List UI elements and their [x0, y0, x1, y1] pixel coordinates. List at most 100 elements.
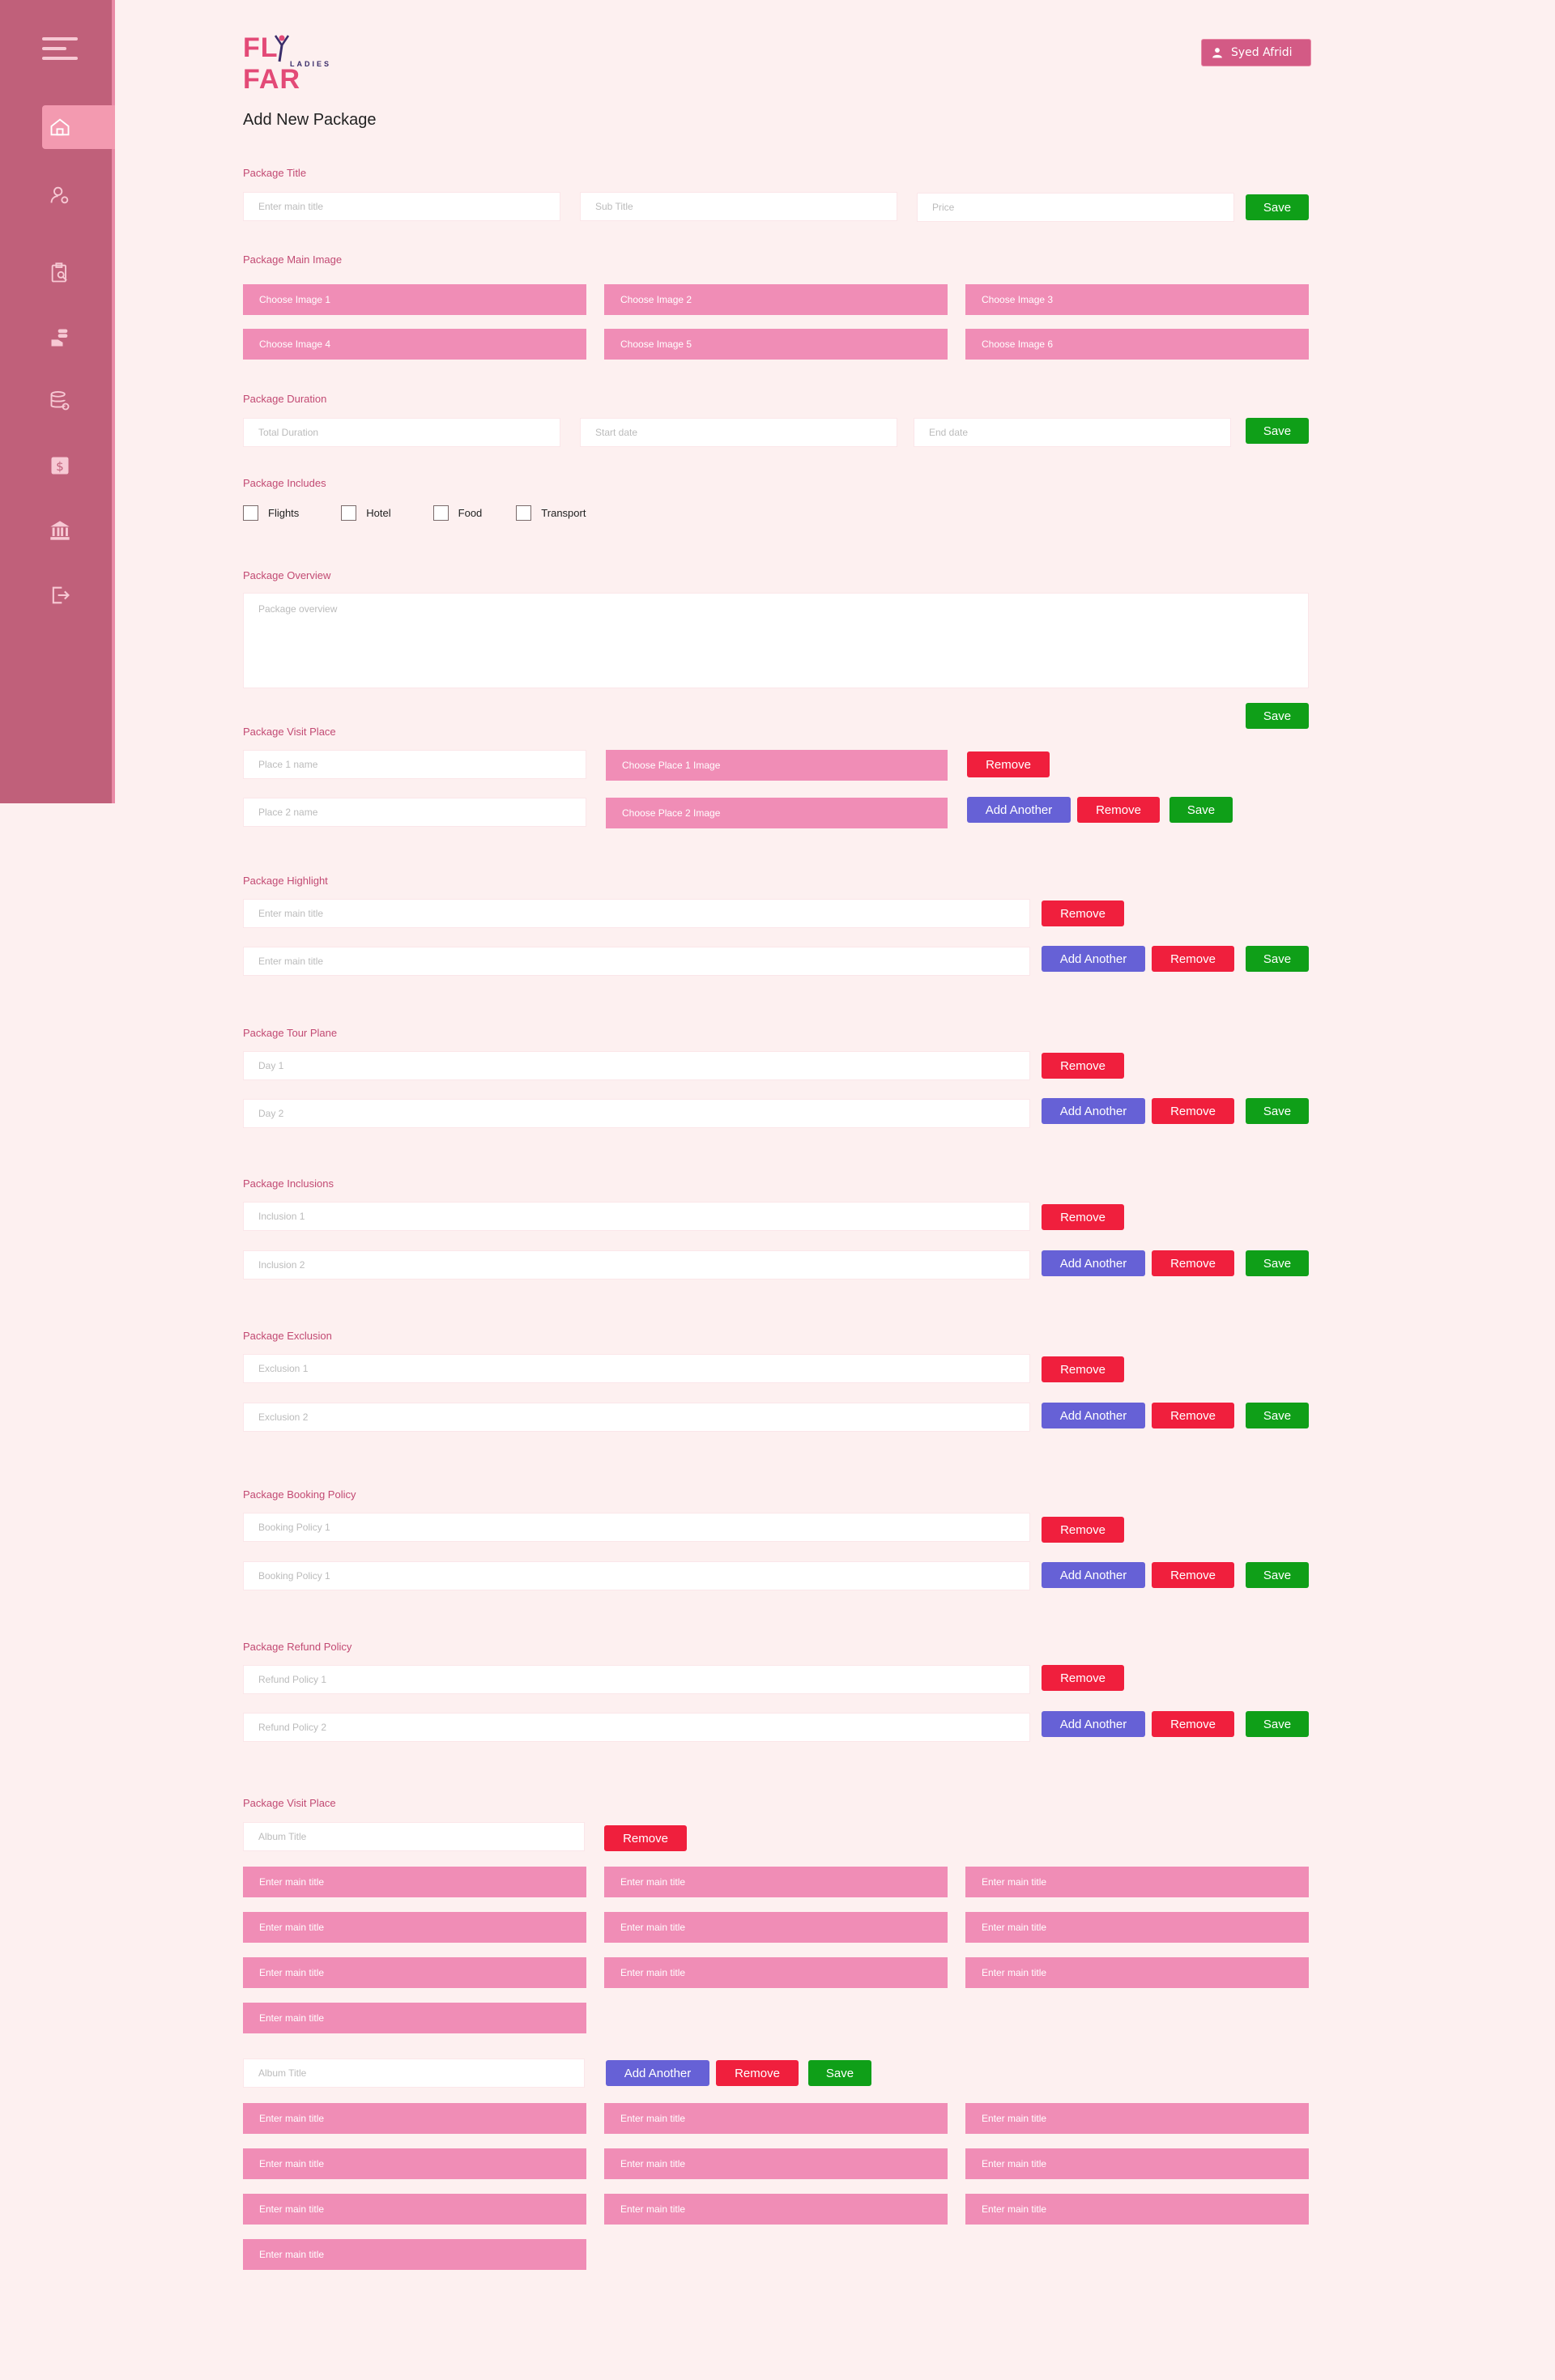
save-title-button[interactable]: Save — [1246, 194, 1309, 220]
album-2-image-field[interactable]: Enter main title — [965, 2194, 1309, 2225]
checkbox-food[interactable]: Food — [432, 505, 482, 521]
album-2-image-field[interactable]: Enter main title — [243, 2103, 586, 2134]
booking-policy-2-input[interactable]: Booking Policy 1 — [243, 1561, 1030, 1590]
album-2-title-input[interactable]: Album Title — [243, 2059, 585, 2088]
highlight-2-input[interactable]: Enter main title — [243, 947, 1030, 976]
add-another-refund-policy-button[interactable]: Add Another — [1042, 1711, 1145, 1737]
add-another-album-button[interactable]: Add Another — [606, 2060, 709, 2086]
save-booking-policy-button[interactable]: Save — [1246, 1562, 1309, 1588]
save-exclusion-button[interactable]: Save — [1246, 1403, 1309, 1428]
tour-day-1-input[interactable]: Day 1 — [243, 1051, 1030, 1080]
album-1-title-input[interactable]: Album Title — [243, 1822, 585, 1851]
album-1-image-field[interactable]: Enter main title — [243, 1957, 586, 1988]
remove-refund-policy-1-button[interactable]: Remove — [1042, 1665, 1124, 1691]
album-1-image-field[interactable]: Enter main title — [604, 1867, 948, 1897]
end-date-input[interactable]: End date — [914, 418, 1231, 447]
add-another-tour-day-button[interactable]: Add Another — [1042, 1098, 1145, 1124]
tour-day-2-input[interactable]: Day 2 — [243, 1099, 1030, 1128]
album-1-image-field[interactable]: Enter main title — [243, 1867, 586, 1897]
main-title-input[interactable]: Enter main title — [243, 192, 560, 221]
remove-refund-policy-2-button[interactable]: Remove — [1152, 1711, 1234, 1737]
checkbox-hotel[interactable]: Hotel — [341, 505, 391, 521]
sidebar-item-finance[interactable]: $ — [42, 444, 115, 487]
exclusion-2-input[interactable]: Exclusion 2 — [243, 1403, 1030, 1432]
place-1-name-input[interactable]: Place 1 name — [243, 750, 586, 779]
save-album-button[interactable]: Save — [808, 2060, 871, 2086]
remove-inclusion-1-button[interactable]: Remove — [1042, 1204, 1124, 1230]
album-1-image-field[interactable]: Enter main title — [243, 2003, 586, 2033]
start-date-input[interactable]: Start date — [580, 418, 897, 447]
choose-image-4[interactable]: Choose Image 4 — [243, 329, 586, 360]
choose-image-3[interactable]: Choose Image 3 — [965, 284, 1309, 315]
remove-highlight-1-button[interactable]: Remove — [1042, 900, 1124, 926]
remove-exclusion-2-button[interactable]: Remove — [1152, 1403, 1234, 1428]
highlight-1-input[interactable]: Enter main title — [243, 899, 1030, 928]
remove-place-2-button[interactable]: Remove — [1077, 797, 1160, 823]
save-overview-button[interactable]: Save — [1246, 703, 1309, 729]
checkbox-flights[interactable]: Flights — [243, 505, 299, 521]
add-another-place-button[interactable]: Add Another — [967, 797, 1071, 823]
save-refund-policy-button[interactable]: Save — [1246, 1711, 1309, 1737]
choose-image-2[interactable]: Choose Image 2 — [604, 284, 948, 315]
save-duration-button[interactable]: Save — [1246, 418, 1309, 444]
save-tour-plan-button[interactable]: Save — [1246, 1098, 1309, 1124]
remove-highlight-2-button[interactable]: Remove — [1152, 946, 1234, 972]
remove-booking-policy-1-button[interactable]: Remove — [1042, 1517, 1124, 1543]
album-1-image-field[interactable]: Enter main title — [604, 1957, 948, 1988]
place-2-name-input[interactable]: Place 2 name — [243, 798, 586, 827]
album-2-image-field[interactable]: Enter main title — [965, 2103, 1309, 2134]
inclusion-2-input[interactable]: Inclusion 2 — [243, 1250, 1030, 1279]
inclusion-1-input[interactable]: Inclusion 1 — [243, 1202, 1030, 1231]
album-2-image-field[interactable]: Enter main title — [604, 2194, 948, 2225]
checkbox-transport[interactable]: Transport — [516, 505, 586, 521]
add-another-inclusion-button[interactable]: Add Another — [1042, 1250, 1145, 1276]
sidebar-item-bank[interactable] — [42, 509, 115, 552]
sidebar-item-users[interactable] — [42, 173, 115, 217]
choose-image-5[interactable]: Choose Image 5 — [604, 329, 948, 360]
album-2-image-field[interactable]: Enter main title — [604, 2148, 948, 2179]
total-duration-input[interactable]: Total Duration — [243, 418, 560, 447]
refund-policy-2-input[interactable]: Refund Policy 2 — [243, 1713, 1030, 1742]
remove-album-1-button[interactable]: Remove — [604, 1825, 687, 1851]
album-1-image-field[interactable]: Enter main title — [965, 1957, 1309, 1988]
sidebar-item-bookings[interactable] — [42, 251, 115, 295]
album-2-image-field[interactable]: Enter main title — [604, 2103, 948, 2134]
sidebar-item-payments[interactable] — [42, 316, 115, 360]
choose-image-1[interactable]: Choose Image 1 — [243, 284, 586, 315]
choose-place-1-image[interactable]: Choose Place 1 Image — [606, 750, 948, 781]
choose-image-6[interactable]: Choose Image 6 — [965, 329, 1309, 360]
album-1-image-field[interactable]: Enter main title — [604, 1912, 948, 1943]
remove-tour-day-2-button[interactable]: Remove — [1152, 1098, 1234, 1124]
overview-textarea[interactable]: Package overview — [243, 593, 1309, 688]
add-another-exclusion-button[interactable]: Add Another — [1042, 1403, 1145, 1428]
remove-booking-policy-2-button[interactable]: Remove — [1152, 1562, 1234, 1588]
booking-policy-1-input[interactable]: Booking Policy 1 — [243, 1513, 1030, 1542]
remove-exclusion-1-button[interactable]: Remove — [1042, 1356, 1124, 1382]
save-places-button[interactable]: Save — [1169, 797, 1233, 823]
album-2-image-field[interactable]: Enter main title — [243, 2148, 586, 2179]
save-inclusions-button[interactable]: Save — [1246, 1250, 1309, 1276]
logo[interactable]: FL FAR LADIES — [243, 32, 340, 95]
sidebar-item-logout[interactable] — [42, 573, 115, 617]
save-highlight-button[interactable]: Save — [1246, 946, 1309, 972]
album-1-image-field[interactable]: Enter main title — [965, 1867, 1309, 1897]
album-2-image-field[interactable]: Enter main title — [243, 2239, 586, 2270]
album-2-image-field[interactable]: Enter main title — [965, 2148, 1309, 2179]
album-1-image-field[interactable]: Enter main title — [243, 1912, 586, 1943]
album-1-image-field[interactable]: Enter main title — [965, 1912, 1309, 1943]
remove-album-2-button[interactable]: Remove — [716, 2060, 799, 2086]
album-2-image-field[interactable]: Enter main title — [243, 2194, 586, 2225]
price-input[interactable]: Price — [917, 193, 1234, 222]
remove-inclusion-2-button[interactable]: Remove — [1152, 1250, 1234, 1276]
add-another-highlight-button[interactable]: Add Another — [1042, 946, 1145, 972]
menu-icon[interactable] — [42, 37, 78, 60]
choose-place-2-image[interactable]: Choose Place 2 Image — [606, 798, 948, 828]
remove-tour-day-1-button[interactable]: Remove — [1042, 1053, 1124, 1079]
user-profile-button[interactable]: Syed Afridi — [1201, 39, 1311, 66]
sidebar-item-database[interactable] — [42, 379, 115, 423]
exclusion-1-input[interactable]: Exclusion 1 — [243, 1354, 1030, 1383]
sidebar-item-home[interactable] — [42, 105, 115, 149]
refund-policy-1-input[interactable]: Refund Policy 1 — [243, 1665, 1030, 1694]
sub-title-input[interactable]: Sub Title — [580, 192, 897, 221]
remove-place-1-button[interactable]: Remove — [967, 751, 1050, 777]
